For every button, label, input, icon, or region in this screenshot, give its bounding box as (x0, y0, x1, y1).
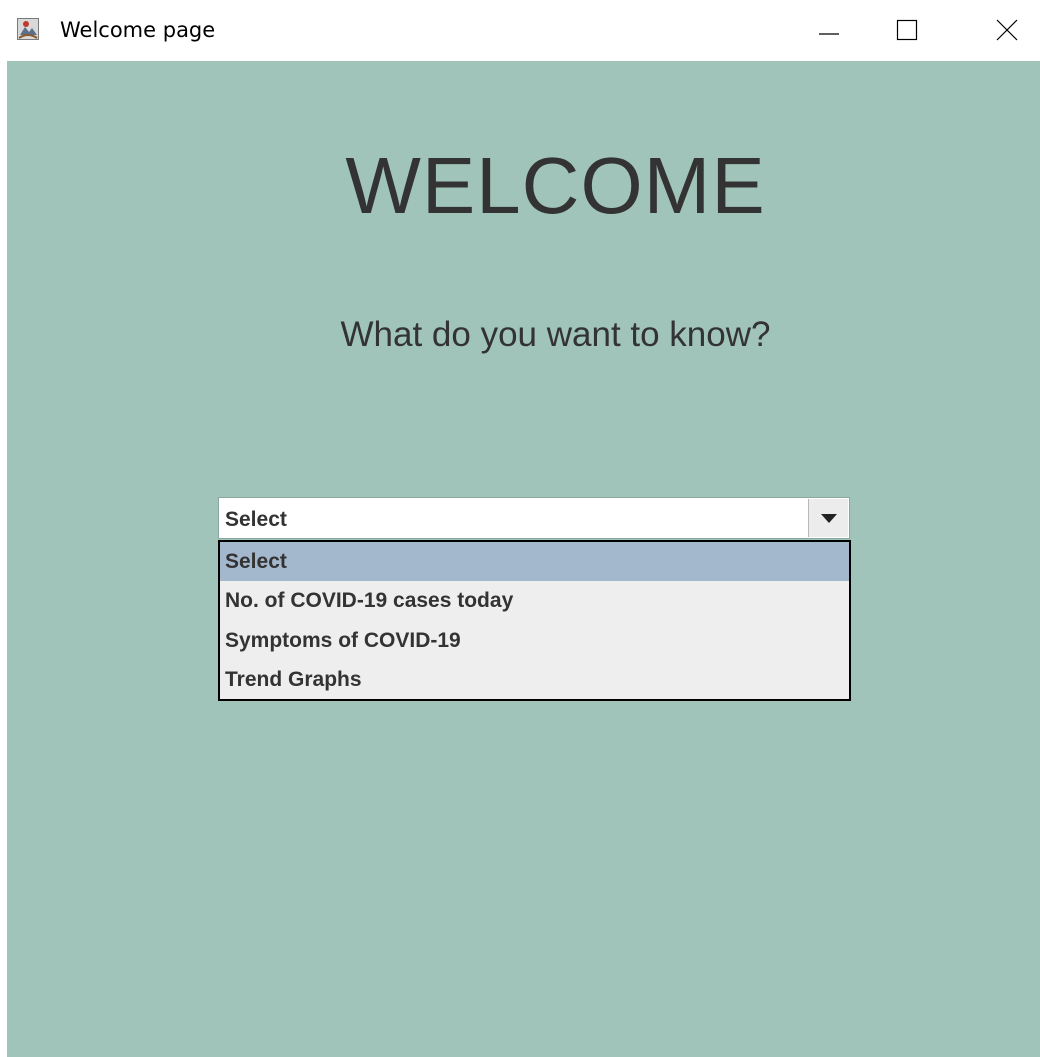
dropdown-option-symptoms[interactable]: Symptoms of COVID-19 (220, 621, 849, 660)
combobox-arrow-button[interactable] (808, 499, 848, 537)
dropdown-option-cases-today[interactable]: No. of COVID-19 cases today (220, 581, 849, 620)
question-label: What do you want to know? (340, 315, 771, 354)
app-window: Welcome page WELCOME What do you want to… (0, 0, 1040, 1057)
close-button[interactable] (976, 0, 1038, 61)
minimize-button[interactable] (798, 0, 860, 61)
maximize-button[interactable] (876, 0, 938, 61)
content-panel: WELCOME What do you want to know? Select… (7, 61, 1040, 1057)
java-app-icon (17, 18, 39, 40)
combobox-selected-value: Select (225, 508, 287, 531)
combobox-dropdown-list: Select No. of COVID-19 cases today Sympt… (218, 540, 851, 701)
topic-combobox[interactable]: Select (218, 497, 850, 539)
title-bar[interactable]: Welcome page (0, 0, 1040, 61)
dropdown-option-select[interactable]: Select (220, 542, 849, 581)
dropdown-option-trend-graphs[interactable]: Trend Graphs (220, 660, 849, 699)
welcome-heading: WELCOME (345, 141, 766, 230)
window-title: Welcome page (60, 18, 216, 42)
